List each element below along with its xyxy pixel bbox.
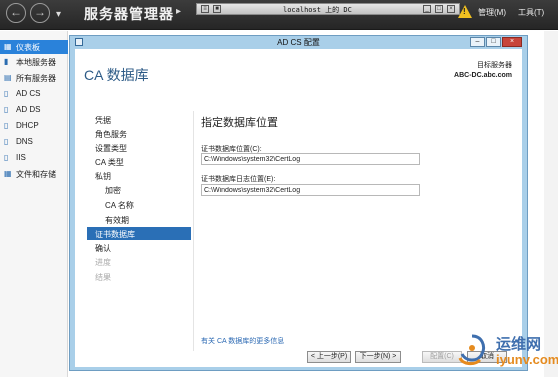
role-icon: ▯ [4,121,9,130]
nav-item-confirmation[interactable]: 确认 [95,241,191,254]
next-button[interactable]: 下一步(N) > [355,351,401,363]
breadcrumb-arrow-icon: ▸ [176,6,182,17]
manage-menu[interactable]: 管理(M) [478,7,506,18]
adcs-config-dialog: AD CS 配置 – □ × CA 数据库 目标服务器 ABC-DC.abc.c… [69,35,528,371]
nav-item-credentials[interactable]: 凭据 [95,113,191,126]
remote-session-bar: ≡ ■ localhost 上的 DC _ □ × [196,3,460,15]
dialog-body: CA 数据库 目标服务器 ABC-DC.abc.com 凭据 角色服务 设置类型… [75,49,522,367]
nav-item-certificate-database[interactable]: 证书数据库 [87,227,191,240]
nav-item-progress: 进度 [95,258,111,267]
close-button[interactable]: × [502,37,522,47]
nav-item-validity-period[interactable]: 有效期 [95,213,191,226]
role-icon: ▯ [4,105,9,114]
sidebar-item-adcs[interactable]: ▯ AD CS [0,87,68,101]
minimize-button[interactable]: – [470,37,485,47]
role-icon: ▯ [4,153,9,162]
sidebar: ▦ 仪表板 ▮ 本地服务器 ▤ 所有服务器 ▯ AD CS ▯ AD DS ▯ … [0,31,68,377]
server-icon: ▮ [4,57,9,66]
app-title: 服务器管理器 [84,6,174,22]
back-icon[interactable]: ← [6,3,26,23]
nav-item-ca-name[interactable]: CA 名称 [95,198,191,211]
db-location-input[interactable] [201,153,420,165]
sidebar-item-dhcp[interactable]: ▯ DHCP [0,119,68,133]
server-manager-header: ← → ▾ 服务器管理器 ▸ ≡ ■ localhost 上的 DC _ □ ×… [0,0,558,30]
target-server-label: 目标服务器 [477,62,512,69]
servers-icon: ▤ [4,73,12,82]
sidebar-item-iis[interactable]: ▯ IIS [0,151,68,165]
content-title: 指定数据库位置 [201,117,278,129]
sidebar-item-dashboard[interactable]: ▦ 仪表板 [0,40,68,54]
role-icon: ▯ [4,89,9,98]
more-info-link[interactable]: 有关 CA 数据库的更多信息 [201,336,284,346]
storage-icon: ▦ [4,169,12,178]
nav-item-ca-type[interactable]: CA 类型 [95,155,191,168]
maximize-button[interactable]: □ [486,37,501,47]
tools-menu[interactable]: 工具(T) [518,7,544,18]
chevron-down-icon[interactable]: ▾ [56,9,61,20]
log-location-label: 证书数据库日志位置(E): [201,176,276,183]
background-panel-edge [544,31,558,377]
restore-icon[interactable]: □ [435,5,443,13]
log-location-input[interactable] [201,184,420,196]
dashboard-icon: ▦ [4,42,12,51]
target-server-value: ABC-DC.abc.com [454,72,512,79]
sidebar-item-dns[interactable]: ▯ DNS [0,135,68,149]
watermark-logo-icon [458,334,486,366]
sidebar-item-local-server[interactable]: ▮ 本地服务器 [0,55,68,69]
role-icon: ▯ [4,137,9,146]
minimize-icon[interactable]: _ [423,5,431,13]
content-divider [193,111,194,351]
nav-item-setup-type[interactable]: 设置类型 [95,141,191,154]
page-heading: CA 数据库 [84,67,149,83]
lock-icon: ■ [213,5,221,13]
sidebar-item-all-servers[interactable]: ▤ 所有服务器 [0,71,68,85]
remote-session-title: localhost 上的 DC [283,6,352,14]
nav-item-results: 结果 [95,273,111,282]
nav-item-private-key[interactable]: 私钥 [95,169,191,182]
watermark-text: 运维网 [496,335,542,353]
sidebar-item-adds[interactable]: ▯ AD DS [0,103,68,117]
warning-flag-icon[interactable]: ! [458,5,472,18]
nav-item-role-services[interactable]: 角色服务 [95,127,191,140]
dialog-title: AD CS 配置 [277,38,320,47]
dialog-titlebar[interactable]: AD CS 配置 – □ × [70,36,527,48]
close-icon[interactable]: × [447,5,455,13]
forward-icon[interactable]: → [30,3,50,23]
sidebar-item-file-storage[interactable]: ▦ 文件和存储 [0,167,68,181]
watermark-url: iyunv.com [496,352,558,367]
pin-icon[interactable]: ≡ [201,5,209,13]
previous-button[interactable]: < 上一步(P) [307,351,351,363]
nav-item-cryptography[interactable]: 加密 [95,183,191,196]
